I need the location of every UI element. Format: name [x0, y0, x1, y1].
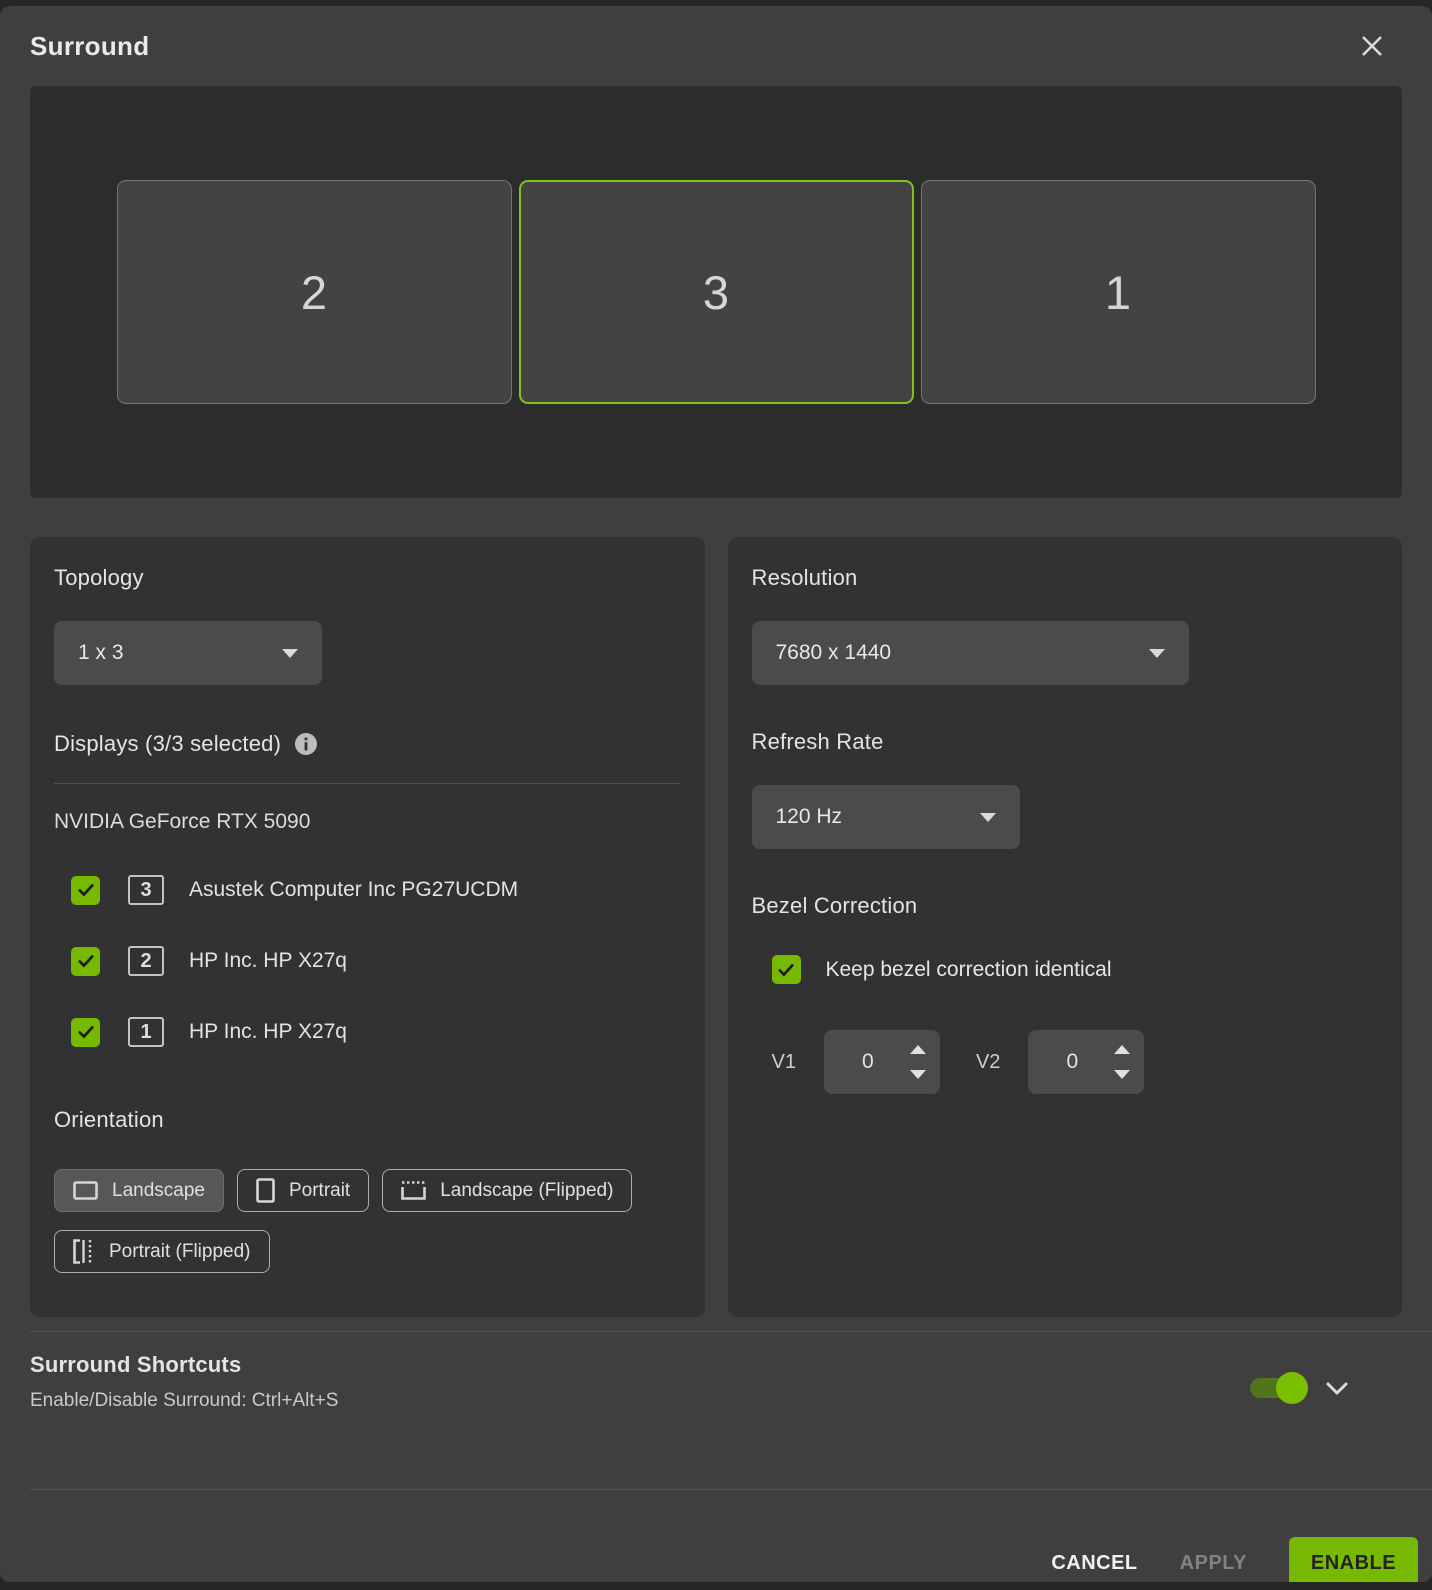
surround-shortcuts-section: Surround Shortcuts Enable/Disable Surrou… — [0, 1332, 1432, 1475]
dialog-header: Surround — [0, 6, 1432, 86]
portrait-flipped-icon — [73, 1239, 95, 1264]
orientation-label: Portrait (Flipped) — [109, 1241, 251, 1263]
close-icon — [1360, 34, 1384, 58]
shortcuts-heading: Surround Shortcuts — [30, 1352, 338, 1378]
display-checkbox[interactable] — [71, 876, 100, 905]
monitor-number: 1 — [1105, 265, 1131, 320]
landscape-icon — [73, 1181, 98, 1200]
shortcut-description: Enable/Disable Surround: Ctrl+Alt+S — [30, 1390, 338, 1412]
displays-separator — [54, 783, 681, 784]
enable-button[interactable]: ENABLE — [1289, 1537, 1418, 1582]
monitor-number: 2 — [301, 265, 327, 320]
chevron-down-icon — [1326, 1382, 1348, 1395]
v2-value: 0 — [1066, 1050, 1078, 1074]
portrait-icon — [256, 1178, 275, 1203]
chevron-down-icon — [980, 813, 996, 822]
monitor-arrangement-preview: 2 3 1 — [30, 86, 1402, 498]
display-name: Asustek Computer Inc PG27UCDM — [189, 878, 518, 902]
bezel-identical-checkbox[interactable] — [772, 955, 801, 984]
display-number-badge: 1 — [128, 1017, 164, 1047]
display-checkbox[interactable] — [71, 947, 100, 976]
check-icon — [76, 1022, 96, 1042]
resolution-panel: Resolution 7680 x 1440 Refresh Rate 120 … — [728, 537, 1403, 1317]
bezel-checkbox-label: Keep bezel correction identical — [826, 958, 1112, 982]
display-number-badge: 3 — [128, 875, 164, 905]
display-row: 1 HP Inc. HP X27q — [54, 1017, 681, 1047]
topology-selected-value: 1 x 3 — [78, 641, 124, 665]
orientation-landscape-button[interactable]: Landscape — [54, 1169, 224, 1212]
refresh-rate-heading: Refresh Rate — [752, 729, 1379, 755]
apply-button[interactable]: APPLY — [1180, 1552, 1247, 1575]
monitor-box-1[interactable]: 1 — [921, 180, 1316, 404]
expand-section-button[interactable] — [1326, 1382, 1348, 1395]
v2-label: V2 — [976, 1051, 1000, 1074]
info-icon[interactable] — [295, 733, 317, 755]
orientation-label: Portrait — [289, 1180, 350, 1202]
monitor-box-2[interactable]: 2 — [117, 180, 512, 404]
orientation-label: Landscape — [112, 1180, 205, 1202]
shortcuts-toggle[interactable] — [1250, 1378, 1302, 1398]
bezel-correction-heading: Bezel Correction — [752, 893, 1379, 919]
surround-dialog: Surround 2 3 1 Topology 1 x 3 Displays — [0, 6, 1432, 1582]
orientation-landscape-flipped-button[interactable]: Landscape (Flipped) — [382, 1169, 632, 1212]
monitor-number: 3 — [703, 265, 729, 320]
display-name: HP Inc. HP X27q — [189, 949, 347, 973]
orientation-label: Landscape (Flipped) — [440, 1180, 613, 1202]
resolution-selected-value: 7680 x 1440 — [776, 641, 892, 665]
gpu-name: NVIDIA GeForce RTX 5090 — [54, 810, 681, 834]
topology-heading: Topology — [54, 565, 681, 591]
check-icon — [776, 960, 796, 980]
spinner-down-icon[interactable] — [1114, 1070, 1130, 1079]
resolution-heading: Resolution — [752, 565, 1379, 591]
resolution-select[interactable]: 7680 x 1440 — [752, 621, 1189, 685]
check-icon — [76, 880, 96, 900]
display-name: HP Inc. HP X27q — [189, 1020, 347, 1044]
display-row: 2 HP Inc. HP X27q — [54, 946, 681, 976]
dialog-footer: CANCEL APPLY ENABLE — [0, 1490, 1432, 1582]
cancel-button[interactable]: CANCEL — [1051, 1552, 1137, 1575]
display-checkbox[interactable] — [71, 1018, 100, 1047]
topology-displays-panel: Topology 1 x 3 Displays (3/3 selected) N… — [30, 537, 705, 1317]
display-number-badge: 2 — [128, 946, 164, 976]
refresh-rate-selected-value: 120 Hz — [776, 805, 843, 829]
displays-heading: Displays (3/3 selected) — [54, 731, 281, 757]
topology-select[interactable]: 1 x 3 — [54, 621, 322, 685]
spinner-up-icon[interactable] — [1114, 1045, 1130, 1054]
orientation-heading: Orientation — [54, 1107, 681, 1133]
spinner-up-icon[interactable] — [910, 1045, 926, 1054]
spinner-down-icon[interactable] — [910, 1070, 926, 1079]
v1-spinner[interactable]: 0 — [824, 1030, 940, 1094]
v1-label: V1 — [772, 1051, 796, 1074]
check-icon — [76, 951, 96, 971]
toggle-knob — [1276, 1372, 1308, 1404]
v2-spinner[interactable]: 0 — [1028, 1030, 1144, 1094]
chevron-down-icon — [1149, 649, 1165, 658]
display-row: 3 Asustek Computer Inc PG27UCDM — [54, 875, 681, 905]
chevron-down-icon — [282, 649, 298, 658]
dialog-title: Surround — [30, 31, 149, 62]
monitor-box-3-selected[interactable]: 3 — [519, 180, 914, 404]
landscape-flipped-icon — [401, 1181, 426, 1200]
orientation-portrait-button[interactable]: Portrait — [237, 1169, 369, 1212]
v1-value: 0 — [862, 1050, 874, 1074]
refresh-rate-select[interactable]: 120 Hz — [752, 785, 1020, 849]
orientation-portrait-flipped-button[interactable]: Portrait (Flipped) — [54, 1230, 270, 1273]
close-button[interactable] — [1354, 28, 1390, 64]
